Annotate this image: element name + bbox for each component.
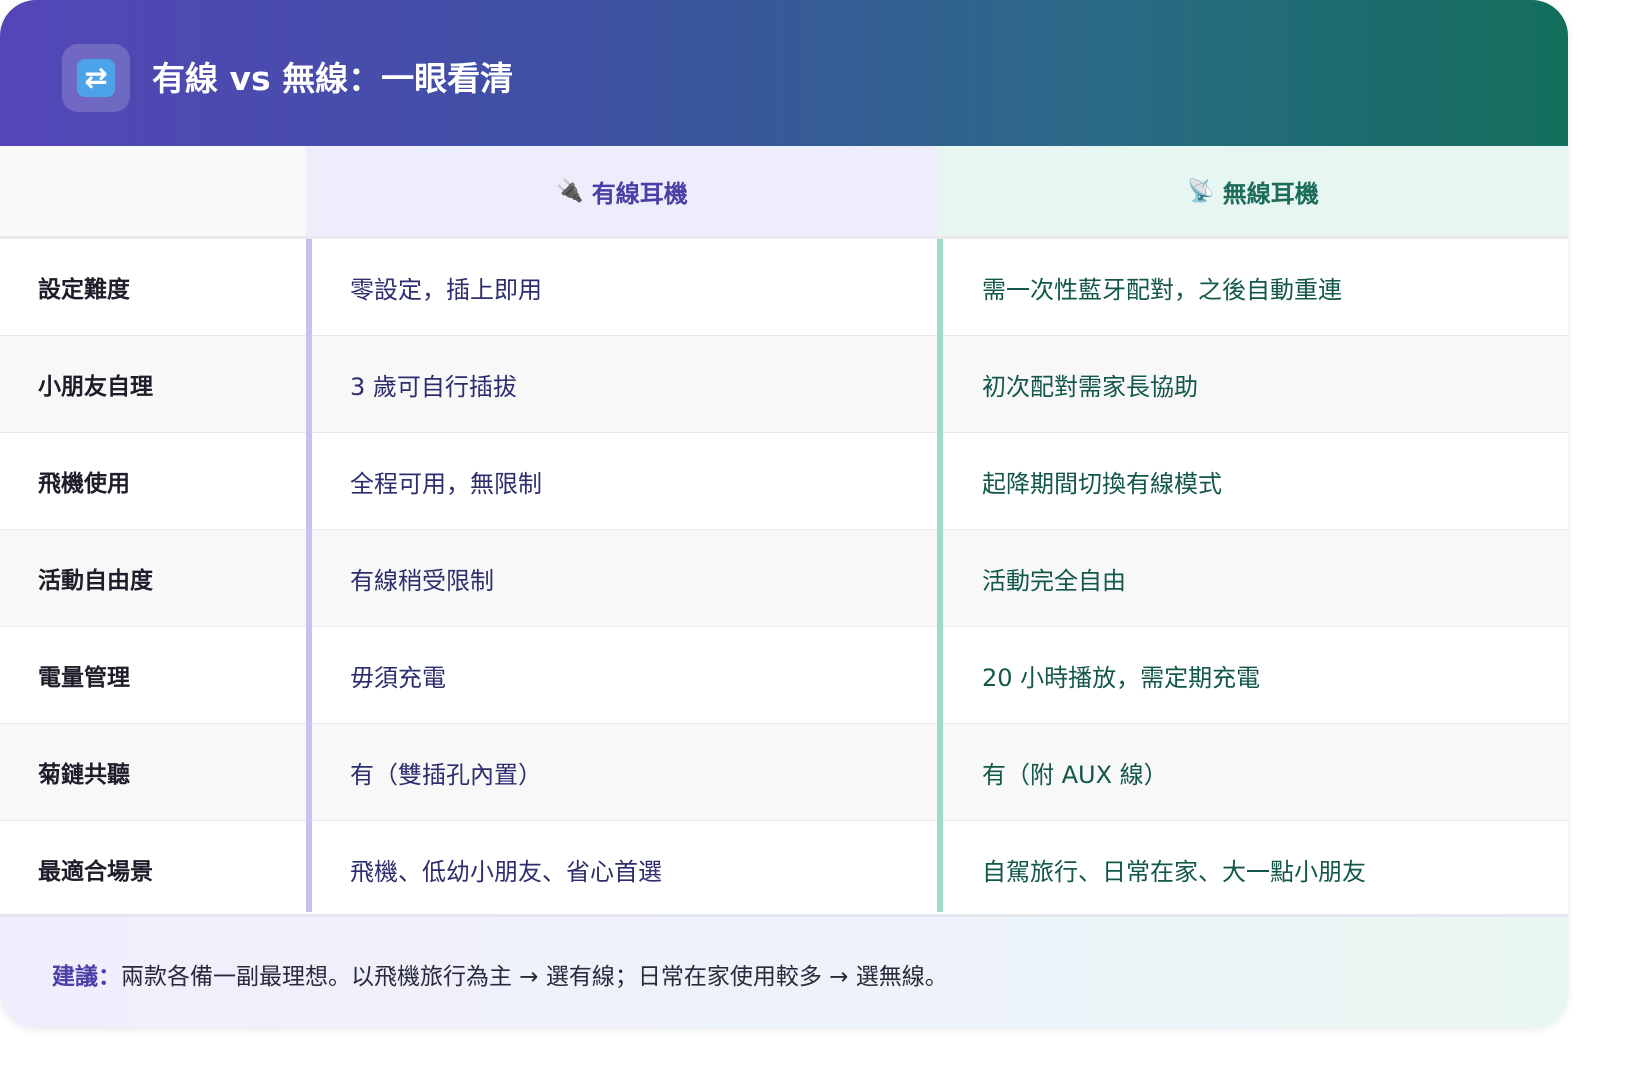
wireless-cell: 初次配對需家長協助 bbox=[982, 372, 1198, 401]
recommendation-key: 建議： bbox=[52, 964, 121, 990]
arrows-cycle-icon: ⇄ bbox=[77, 59, 115, 97]
header-banner: ⇄ 有線 vs 無線：一眼看清 bbox=[0, 0, 1568, 146]
satellite-antenna-icon: 📡 bbox=[1187, 178, 1215, 204]
column-header-wired: 🔌 有線耳機 bbox=[306, 146, 938, 236]
wired-cell: 有線稍受限制 bbox=[350, 566, 494, 595]
comparison-card: ⇄ 有線 vs 無線：一眼看清 🔌 有線耳機 📡 無線耳機 設定難度 零設定，插… bbox=[0, 0, 1568, 1028]
row-label: 小朋友自理 bbox=[38, 374, 153, 400]
table-row: 活動自由度 有線稍受限制 活動完全自由 bbox=[0, 530, 1568, 627]
wireless-cell: 自駕旅行、日常在家、大一點小朋友 bbox=[982, 857, 1366, 886]
wireless-column-accent-bar bbox=[937, 239, 943, 912]
row-label: 電量管理 bbox=[38, 665, 130, 691]
table-row: 小朋友自理 3 歲可自行插拔 初次配對需家長協助 bbox=[0, 336, 1568, 433]
comparison-table: 設定難度 零設定，插上即用 需一次性藍牙配對，之後自動重連 小朋友自理 3 歲可… bbox=[0, 239, 1568, 918]
row-label: 飛機使用 bbox=[38, 471, 130, 497]
table-row: 設定難度 零設定，插上即用 需一次性藍牙配對，之後自動重連 bbox=[0, 239, 1568, 336]
recommendation-body: 兩款各備一副最理想。以飛機旅行為主 → 選有線；日常在家使用較多 → 選無線。 bbox=[121, 964, 948, 990]
column-header-blank bbox=[0, 146, 306, 236]
column-header-wireless-label: 無線耳機 bbox=[1222, 179, 1319, 208]
wireless-cell: 20 小時播放，需定期充電 bbox=[982, 663, 1261, 692]
column-header-wired-label: 有線耳機 bbox=[591, 179, 688, 208]
wired-cell: 毋須充電 bbox=[350, 663, 446, 692]
wired-cell: 3 歲可自行插拔 bbox=[350, 372, 517, 401]
wired-column-accent-bar bbox=[306, 239, 312, 912]
wired-cell: 有（雙插孔內置） bbox=[350, 760, 542, 789]
recommendation-text: 建議：兩款各備一副最理想。以飛機旅行為主 → 選有線；日常在家使用較多 → 選無… bbox=[52, 957, 948, 991]
page-title: 有線 vs 無線：一眼看清 bbox=[152, 59, 514, 98]
row-label: 活動自由度 bbox=[38, 568, 153, 594]
row-label: 設定難度 bbox=[38, 277, 130, 303]
wired-cell: 全程可用，無限制 bbox=[350, 469, 542, 498]
row-label: 最適合場景 bbox=[38, 859, 153, 885]
wireless-cell: 起降期間切換有線模式 bbox=[982, 469, 1222, 498]
wireless-cell: 活動完全自由 bbox=[982, 566, 1126, 595]
wireless-cell: 有（附 AUX 線） bbox=[982, 760, 1168, 789]
table-row: 菊鏈共聽 有（雙插孔內置） 有（附 AUX 線） bbox=[0, 724, 1568, 821]
wireless-cell: 需一次性藍牙配對，之後自動重連 bbox=[982, 275, 1342, 304]
plug-icon: 🔌 bbox=[556, 178, 584, 204]
table-row: 電量管理 毋須充電 20 小時播放，需定期充電 bbox=[0, 627, 1568, 724]
table-row: 最適合場景 飛機、低幼小朋友、省心首選 自駕旅行、日常在家、大一點小朋友 bbox=[0, 821, 1568, 918]
recommendation-footer: 建議：兩款各備一副最理想。以飛機旅行為主 → 選有線；日常在家使用較多 → 選無… bbox=[0, 914, 1568, 1028]
wired-cell: 飛機、低幼小朋友、省心首選 bbox=[350, 857, 662, 886]
row-label: 菊鏈共聽 bbox=[38, 762, 130, 788]
header-icon-tile: ⇄ bbox=[62, 44, 130, 112]
table-row: 飛機使用 全程可用，無限制 起降期間切換有線模式 bbox=[0, 433, 1568, 530]
wired-cell: 零設定，插上即用 bbox=[350, 275, 542, 304]
column-header-wireless: 📡 無線耳機 bbox=[938, 146, 1568, 236]
